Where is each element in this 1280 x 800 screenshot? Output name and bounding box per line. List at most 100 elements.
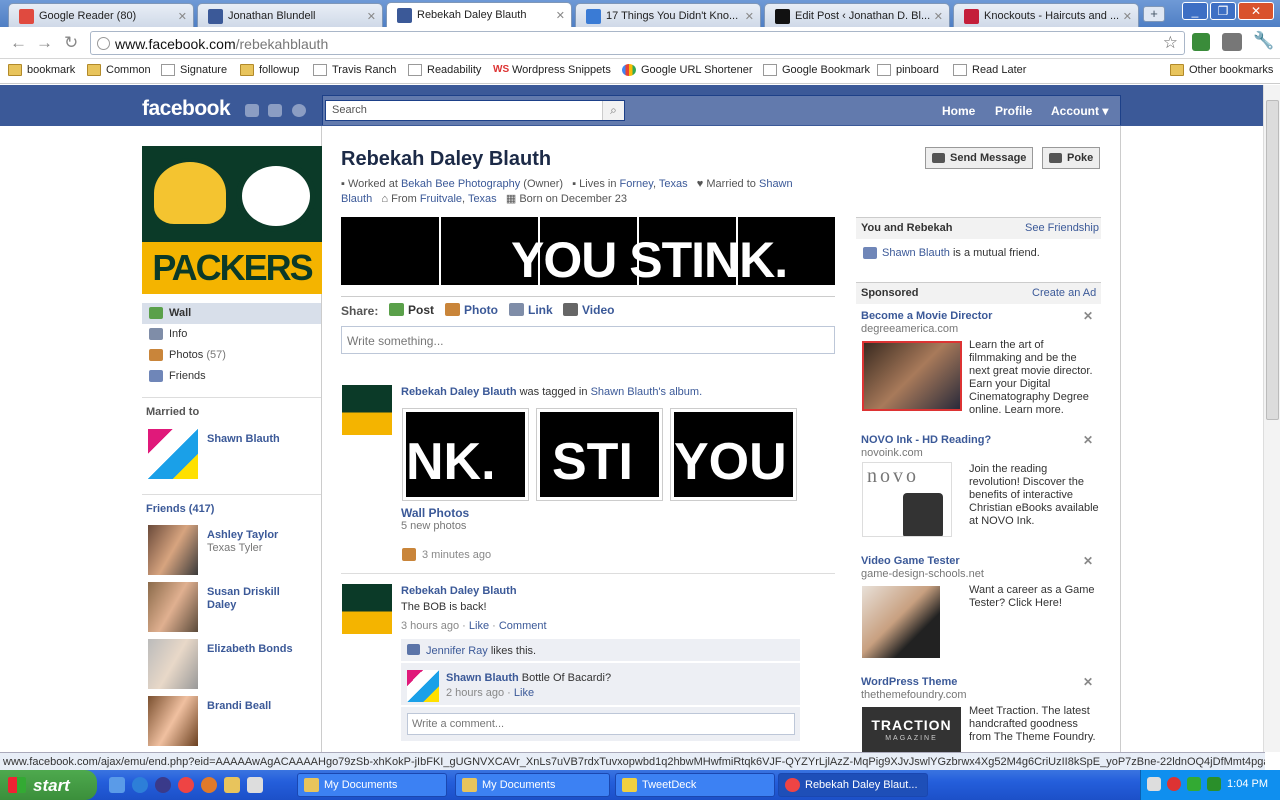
close-tab-icon[interactable]: ✕ [367,10,376,23]
tab-jonathan-blundell[interactable]: Jonathan Blundell ✕ [197,3,383,27]
chrome-icon[interactable] [178,777,194,793]
bookmark-item[interactable]: Travis Ranch [313,64,396,76]
close-tab-icon[interactable]: ✕ [934,10,943,23]
ad-image[interactable] [862,341,962,411]
search-icon[interactable]: ⌕ [602,101,624,120]
start-button[interactable]: start [0,770,97,800]
album-title[interactable]: Wall Photos [401,506,469,520]
ad-title[interactable]: WordPress Theme [861,676,957,688]
internet-explorer-icon[interactable] [132,777,148,793]
ad-image[interactable]: novo [862,462,952,537]
album-photo[interactable]: NK. [402,408,529,501]
notifications-icon[interactable] [292,104,306,117]
ad-title[interactable]: Become a Movie Director [861,310,992,322]
reload-icon[interactable]: ↻ [64,33,78,53]
story-author[interactable]: Rebekah Daley Blauth [401,585,517,597]
tab-rebekah-daley-blauth[interactable]: Rebekah Daley Blauth ✕ [386,2,572,27]
facebook-logo[interactable]: facebook [142,97,231,121]
share-video-tab[interactable]: Video [563,303,614,317]
bookmark-item[interactable]: Google Bookmark [763,64,870,76]
avatar[interactable] [148,696,198,746]
firefox-icon[interactable] [201,777,217,793]
maximize-button[interactable]: ❐ [1210,2,1236,20]
avatar[interactable] [407,670,439,702]
close-tab-icon[interactable]: ✕ [178,10,187,23]
create-ad-link[interactable]: Create an Ad [1032,287,1096,299]
friend-name[interactable]: Brandi Beall [207,700,312,713]
status-input[interactable]: Write something... [341,326,835,354]
ad-title[interactable]: NOVO Ink - HD Reading? [861,434,991,446]
nav-friends[interactable]: Friends [142,366,321,387]
friends-heading[interactable]: Friends (417) [146,503,214,515]
forward-icon[interactable]: → [36,33,53,53]
nav-info[interactable]: Info [142,324,321,345]
poke-button[interactable]: Poke [1042,147,1101,169]
nav-wall[interactable]: Wall [142,303,321,324]
avatar[interactable] [148,582,198,632]
close-icon[interactable]: ✕ [1083,309,1093,323]
ad-image[interactable]: TRACTION MAGAZINE [862,707,961,752]
back-icon[interactable]: ← [10,33,27,53]
bookmark-item[interactable]: Common [87,64,151,76]
see-friendship-link[interactable]: See Friendship [1025,222,1099,234]
new-tab-button[interactable]: + [1143,6,1165,22]
friend-name[interactable]: Elizabeth Bonds [207,643,312,656]
ad-image[interactable] [862,586,940,658]
media-player-icon[interactable] [155,777,171,793]
avatar[interactable] [148,639,198,689]
close-icon[interactable]: ✕ [1083,433,1093,447]
avatar[interactable] [148,429,198,479]
wrench-icon[interactable]: 🔧 [1253,31,1274,51]
app-icon[interactable] [247,777,263,793]
tab-edit-post[interactable]: Edit Post ‹ Jonathan D. Bl... ✕ [764,3,950,27]
share-link-tab[interactable]: Link [509,303,553,317]
nav-home[interactable]: Home [942,104,975,118]
close-window-button[interactable]: ✕ [1238,2,1274,20]
bookmark-item[interactable]: followup [240,64,299,76]
evernote-icon[interactable] [1192,33,1210,51]
close-icon[interactable]: ✕ [1083,554,1093,568]
bookmark-item[interactable]: pinboard [877,64,939,76]
timestamp[interactable]: 3 minutes ago [422,549,491,561]
comment-input[interactable]: Write a comment... [407,713,795,735]
bookmark-item[interactable]: bookmark [8,64,75,76]
tray-icon[interactable] [1187,777,1201,791]
friend-name[interactable]: Ashley Taylor [207,529,312,542]
close-tab-icon[interactable]: ✕ [1123,10,1132,23]
close-tab-icon[interactable]: ✕ [745,10,754,23]
close-icon[interactable]: ✕ [1083,675,1093,689]
close-tab-icon[interactable]: ✕ [556,9,565,22]
share-post-tab[interactable]: Post [389,303,434,317]
photo-strip[interactable]: YOU STINK. [341,217,835,286]
url-bar[interactable]: www.facebook.com/rebekahblauth ☆ [90,31,1185,55]
search-input[interactable]: Search ⌕ [325,100,625,121]
tray-icon[interactable] [1147,777,1161,791]
tag-icon[interactable] [1222,33,1242,51]
tab-knockouts[interactable]: Knockouts - Haircuts and ... ✕ [953,3,1139,27]
avatar[interactable] [342,584,392,634]
show-desktop-icon[interactable] [109,777,125,793]
folder-icon[interactable] [224,777,240,793]
bookmark-star-icon[interactable]: ☆ [1163,33,1178,53]
minimize-button[interactable]: _ [1182,2,1208,20]
profile-picture[interactable]: PACKERS [142,146,322,294]
avatar[interactable] [342,385,392,435]
nav-photos[interactable]: Photos (57) [142,345,321,366]
bookmark-item[interactable]: Signature [161,64,227,76]
avatar[interactable] [148,525,198,575]
taskbar-item[interactable]: My Documents [455,773,610,797]
taskbar-item[interactable]: Rebekah Daley Blaut... [778,773,928,797]
spouse-name[interactable]: Shawn Blauth [207,433,312,446]
messages-icon[interactable] [268,104,282,117]
bookmark-item[interactable]: Google URL Shortener [622,64,753,76]
friend-requests-icon[interactable] [245,104,259,117]
album-photo[interactable]: YOU [670,408,797,501]
bookmark-item[interactable]: Readability [408,64,481,76]
album-photo[interactable]: STI [536,408,663,501]
scrollbar-thumb[interactable] [1266,100,1279,420]
bookmark-item[interactable]: Read Later [953,64,1026,76]
share-photo-tab[interactable]: Photo [445,303,498,317]
scrollbar[interactable] [1263,85,1280,752]
nav-profile[interactable]: Profile [995,104,1032,118]
ad-title[interactable]: Video Game Tester [861,555,960,567]
